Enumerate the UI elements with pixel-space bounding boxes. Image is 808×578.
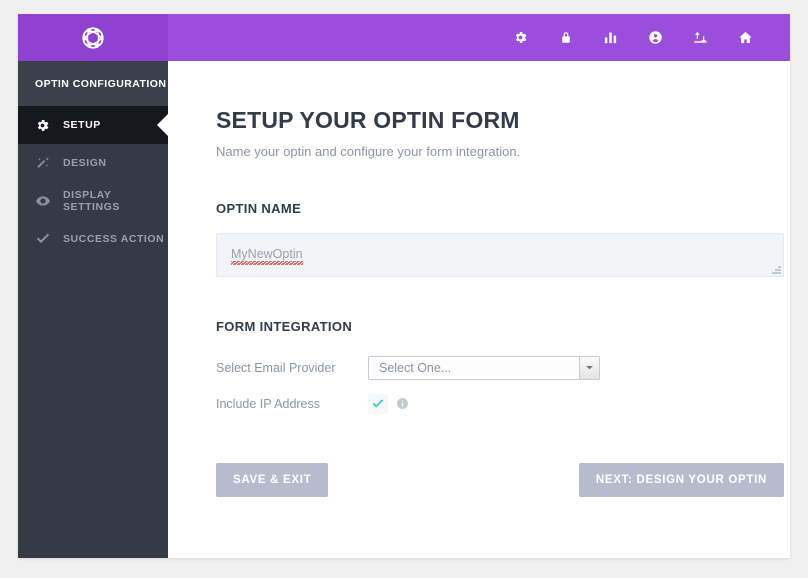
sidebar-item-success-action[interactable]: SUCCESS ACTION (18, 220, 168, 258)
optin-name-value-wrap: MyNewOptin (231, 247, 303, 265)
magic-wand-icon (35, 156, 59, 171)
spellcheck-underline (231, 261, 303, 265)
main-content: SETUP YOUR OPTIN FORM Name your optin an… (168, 61, 790, 558)
form-integration-rows: Select Email Provider Select One... Incl… (216, 352, 760, 419)
top-bar (18, 14, 790, 61)
include-ip-checkbox[interactable] (368, 393, 388, 414)
email-provider-label: Select Email Provider (216, 360, 336, 375)
sort-arrows-icon[interactable] (678, 14, 723, 61)
sidebar-item-label: SETUP (63, 119, 101, 131)
user-circle-icon[interactable] (633, 14, 678, 61)
gear-icon (35, 118, 59, 133)
sidebar: OPTIN CONFIGURATION SETUP DESIGN DISPLAY… (18, 61, 168, 558)
app-logo[interactable] (18, 14, 168, 61)
bar-chart-icon[interactable] (588, 14, 633, 61)
sidebar-item-label: DESIGN (63, 157, 107, 169)
optin-monster-logo-icon (78, 23, 108, 53)
sidebar-item-display-settings[interactable]: DISPLAY SETTINGS (18, 182, 168, 220)
page-subtitle: Name your optin and configure your form … (216, 144, 521, 159)
home-icon[interactable] (723, 14, 768, 61)
sidebar-item-setup[interactable]: SETUP (18, 106, 168, 144)
check-icon (35, 231, 59, 247)
sidebar-item-label: DISPLAY SETTINGS (63, 189, 120, 213)
action-buttons: Save & Exit Next: Design Your Optin (216, 463, 784, 497)
include-ip-row: Include IP Address (216, 388, 760, 419)
info-icon[interactable] (396, 397, 409, 410)
next-design-optin-button[interactable]: Next: Design Your Optin (578, 463, 784, 497)
email-provider-select[interactable]: Select One... (368, 355, 600, 380)
email-provider-selected-value: Select One... (379, 360, 452, 375)
form-integration-section-title: FORM INTEGRATION (216, 319, 353, 334)
sidebar-item-design[interactable]: DESIGN (18, 144, 168, 182)
gear-icon[interactable] (498, 14, 543, 61)
active-indicator-arrow (157, 114, 168, 136)
eye-icon (35, 193, 59, 209)
include-ip-label: Include IP Address (216, 396, 321, 411)
textarea-resize-handle[interactable] (770, 263, 781, 274)
sidebar-title: OPTIN CONFIGURATION (18, 61, 168, 106)
app-panel: OPTIN CONFIGURATION SETUP DESIGN DISPLAY… (18, 14, 790, 558)
optin-name-input[interactable]: MyNewOptin (216, 233, 784, 277)
chevron-down-icon (579, 356, 599, 379)
app-page: OPTIN CONFIGURATION SETUP DESIGN DISPLAY… (0, 0, 808, 578)
check-icon (372, 398, 384, 408)
optin-name-value: MyNewOptin (231, 247, 303, 261)
email-provider-row: Select Email Provider Select One... (216, 352, 760, 383)
page-title: SETUP YOUR OPTIN FORM (216, 107, 520, 133)
sidebar-item-label: SUCCESS ACTION (63, 233, 165, 245)
lock-icon[interactable] (543, 14, 588, 61)
top-nav (168, 14, 790, 61)
save-and-exit-button[interactable]: Save & Exit (216, 463, 329, 497)
optin-name-section-title: OPTIN NAME (216, 201, 302, 216)
